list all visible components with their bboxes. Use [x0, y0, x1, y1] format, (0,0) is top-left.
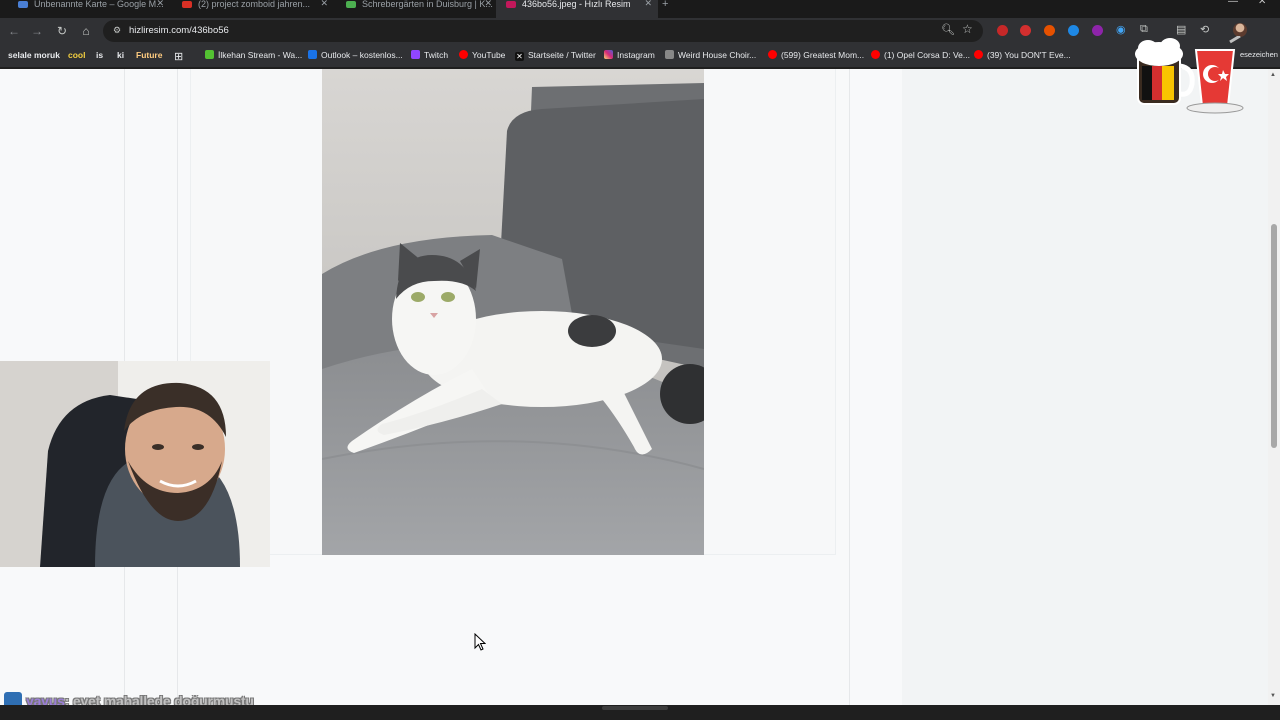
reload-icon[interactable]: ↻ [53, 22, 71, 40]
webcam-overlay [0, 361, 270, 567]
zoom-icon[interactable]: 🔍︎ [941, 23, 955, 36]
bookmarks-bar: selale moruk cool is ki Future ⊞ İlkehan… [0, 44, 1280, 68]
scroll-up-arrow-icon[interactable]: ▲ [1270, 72, 1276, 78]
close-window-icon[interactable]: ✕ [1258, 0, 1266, 7]
tab-title: (2) project zomboid jahren... [198, 0, 311, 9]
right-sidebar [902, 69, 1268, 705]
bookmark-label: (599) Greatest Mom... [781, 50, 865, 60]
close-icon[interactable]: ✕ [484, 0, 492, 8]
extension-adblock-icon[interactable] [997, 25, 1008, 36]
bookmark-label: Instagram [617, 50, 655, 60]
tab-title: Schrebergärten in Duisburg | K... [362, 0, 493, 9]
tab-strip: Unbenannte Karte – Google M... ✕ (2) pro… [0, 0, 1280, 18]
bookmark-twitter[interactable]: ✕ Startseite / Twitter [515, 50, 596, 61]
close-icon[interactable]: ✕ [156, 0, 164, 8]
taskbar-handle [602, 706, 668, 710]
youtube-icon [768, 50, 777, 59]
scrollbar-thumb[interactable] [1271, 224, 1277, 448]
site-icon [665, 50, 674, 59]
bookmark-opel-corsa[interactable]: (1) Opel Corsa D: Ve... [871, 50, 970, 60]
bookmark-weird-house-choir[interactable]: Weird House Choir... [665, 50, 756, 60]
youtube-favicon-icon [182, 1, 192, 8]
beer-and-tea-mugs-logo [1135, 36, 1244, 114]
layout-divider [849, 69, 850, 705]
minimize-icon[interactable]: — [1228, 0, 1238, 7]
tab-hizliresim[interactable]: 436bo56.jpeg - Hızlı Resim ✕ [496, 0, 658, 18]
audio-icon[interactable]: ◉ [1116, 23, 1126, 36]
url-text[interactable]: hizliresim.com/436bo56 [129, 25, 229, 36]
uploaded-image[interactable] [322, 69, 704, 555]
bookmark-label: İlkehan Stream - Wa... [218, 50, 303, 60]
close-icon[interactable]: ✕ [320, 0, 328, 8]
bookmark-folder-ki[interactable]: ki [117, 50, 124, 60]
extension-blue-icon[interactable] [1068, 25, 1079, 36]
sync-icon[interactable]: ⟲ [1200, 23, 1209, 36]
bookmark-you-dont-eve[interactable]: (39) You DON'T Eve... [974, 50, 1071, 60]
reading-list-icon[interactable]: ▤ [1176, 23, 1186, 36]
site-favicon-icon [346, 1, 356, 8]
twitch-icon [411, 50, 420, 59]
bookmark-star-icon[interactable]: ☆ [962, 22, 973, 36]
apps-grid-icon[interactable]: ⊞ [174, 50, 183, 63]
bookmark-label: Weird House Choir... [678, 50, 757, 60]
profile-avatar[interactable] [1233, 23, 1247, 37]
bookmark-outlook[interactable]: Outlook – kostenlos... [308, 50, 403, 60]
x-twitter-icon: ✕ [515, 52, 524, 61]
home-icon[interactable]: ⌂ [77, 22, 95, 40]
bookmark-folder-cool[interactable]: cool [68, 50, 85, 60]
bookmark-greatest-moments[interactable]: (599) Greatest Mom... [768, 50, 864, 60]
youtube-icon [871, 50, 880, 59]
kick-icon [205, 50, 214, 59]
bookmark-label: (39) You DON'T Eve... [987, 50, 1071, 60]
tab-google-maps[interactable]: Unbenannte Karte – Google M... ✕ [8, 0, 170, 18]
outlook-icon [308, 50, 317, 59]
extension-shield-icon[interactable] [1092, 25, 1103, 36]
vertical-scrollbar[interactable]: ▲ ▼ [1268, 69, 1280, 705]
tab-youtube[interactable]: (2) project zomboid jahren... ✕ [172, 0, 334, 18]
mouse-cursor-icon [474, 633, 486, 651]
extension-red-icon[interactable] [1020, 25, 1031, 36]
tab-title: Unbenannte Karte – Google M... [34, 0, 164, 9]
address-bar[interactable]: ⚙ hizliresim.com/436bo56 🔍︎ ☆ [103, 20, 983, 42]
youtube-icon [459, 50, 468, 59]
youtube-icon [974, 50, 983, 59]
bookmark-folder-future[interactable]: Future [136, 50, 162, 60]
page-content [0, 69, 1268, 705]
bookmark-ilkehan-stream[interactable]: İlkehan Stream - Wa... [205, 50, 302, 60]
bookmark-folder-is[interactable]: is [96, 50, 103, 60]
hizliresim-favicon-icon [506, 1, 516, 8]
streamer-webcam-feed [0, 361, 270, 567]
site-info-icon[interactable]: ⚙ [113, 25, 123, 36]
forward-icon[interactable]: → [28, 22, 46, 40]
extension-fox-icon[interactable] [1044, 25, 1055, 36]
bookmark-folder-selale-moruk[interactable]: selale moruk [8, 50, 60, 60]
bookmark-label: Startseite / Twitter [528, 50, 596, 60]
bookmark-instagram[interactable]: Instagram [604, 50, 655, 60]
scroll-down-arrow-icon[interactable]: ▼ [1270, 693, 1276, 699]
tab-schrebergaerten[interactable]: Schrebergärten in Duisburg | K... ✕ [336, 0, 498, 18]
new-tab-icon[interactable]: + [662, 0, 668, 10]
extensions-puzzle-icon[interactable]: ⧉ [1140, 23, 1148, 36]
bookmark-twitch[interactable]: Twitch [411, 50, 448, 60]
instagram-icon [604, 50, 613, 59]
bookmark-label: Twitch [424, 50, 449, 60]
close-icon[interactable]: ✕ [644, 0, 652, 8]
browser-toolbar: ← → ↻ ⌂ ⚙ hizliresim.com/436bo56 🔍︎ ☆ ◉ … [0, 18, 1280, 44]
tab-title: 436bo56.jpeg - Hızlı Resim [522, 0, 631, 9]
bookmark-label: Outlook – kostenlos... [321, 50, 403, 60]
bookmark-label: YouTube [472, 50, 506, 60]
bookmark-youtube[interactable]: YouTube [459, 50, 505, 60]
cat-on-sofa-photo [322, 69, 704, 555]
taskbar [0, 705, 1280, 720]
back-icon[interactable]: ← [5, 22, 23, 40]
maps-favicon-icon [18, 1, 28, 8]
bookmark-label: (1) Opel Corsa D: Ve... [884, 50, 970, 60]
